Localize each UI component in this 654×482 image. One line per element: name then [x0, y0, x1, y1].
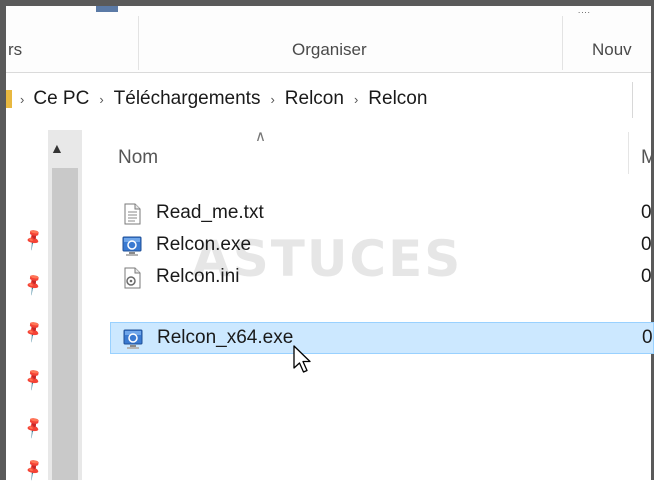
pin-icon[interactable]: 📌: [21, 414, 46, 440]
ribbon-top-fragment: ....: [578, 6, 591, 15]
breadcrumb: › Ce PC › Téléchargements › Relcon › Rel…: [20, 88, 427, 110]
file-name: Relcon.ini: [156, 266, 240, 287]
chevron-right-icon[interactable]: ›: [260, 92, 284, 107]
chevron-right-icon[interactable]: ›: [20, 92, 33, 107]
navigation-pane: ▲ 📌 📌 📌 📌 📌 📌: [6, 130, 82, 482]
file-row[interactable]: Relcon.exe 0: [110, 230, 654, 262]
breadcrumb-item-relcon-current[interactable]: Relcon: [368, 88, 427, 110]
nav-scrollbar-thumb[interactable]: [52, 168, 78, 480]
pin-icon[interactable]: 📌: [21, 456, 46, 482]
ribbon-icon-fragment: [96, 6, 118, 12]
ribbon-separator: [138, 16, 139, 70]
file-row-selected[interactable]: Relcon_x64.exe 0: [110, 322, 654, 354]
exe-app-icon: [122, 236, 142, 256]
pin-icon[interactable]: 📌: [21, 366, 46, 392]
chevron-right-icon[interactable]: ›: [89, 92, 113, 107]
breadcrumb-item-ce-pc[interactable]: Ce PC: [33, 88, 89, 110]
exe-app-icon: [123, 329, 143, 349]
file-date-partial: 0: [641, 202, 652, 223]
ribbon-separator: [562, 16, 563, 70]
folder-icon: [6, 90, 12, 108]
file-date-partial: 0: [641, 266, 652, 287]
pin-icon[interactable]: 📌: [21, 271, 46, 297]
breadcrumb-item-relcon[interactable]: Relcon: [285, 88, 344, 110]
column-header-name[interactable]: Nom: [118, 147, 158, 169]
file-date-partial: 0: [641, 234, 652, 255]
ribbon-group-label-partial: rs: [8, 40, 23, 59]
address-bar[interactable]: › Ce PC › Téléchargements › Relcon › Rel…: [6, 78, 651, 122]
file-name: Relcon.exe: [156, 234, 252, 255]
ribbon-group-nouveau[interactable]: Nouv: [592, 40, 632, 60]
file-row[interactable]: Relcon.ini 0: [110, 262, 654, 294]
mouse-cursor-icon: [293, 345, 311, 373]
sort-ascending-icon: ∧: [255, 128, 266, 145]
column-header-modified-partial[interactable]: M: [641, 147, 654, 169]
ribbon-group-organiser[interactable]: Organiser: [292, 40, 367, 60]
column-divider[interactable]: [628, 132, 629, 174]
scroll-up-arrow-icon[interactable]: ▲: [50, 140, 64, 156]
breadcrumb-item-telechargements[interactable]: Téléchargements: [114, 88, 261, 110]
ribbon-group-labels: .... rs Organiser Nouv: [6, 6, 651, 73]
chevron-right-icon[interactable]: ›: [344, 92, 368, 107]
file-name: Relcon_x64.exe: [157, 327, 294, 348]
file-name: Read_me.txt: [156, 202, 264, 223]
pin-icon[interactable]: 📌: [21, 318, 46, 344]
ini-settings-file-icon: [124, 267, 141, 289]
file-date-partial: 0: [642, 327, 653, 348]
address-divider: [632, 82, 633, 118]
pin-icon[interactable]: 📌: [21, 226, 46, 252]
file-row[interactable]: Read_me.txt 0: [110, 198, 654, 230]
text-file-icon: [124, 203, 141, 225]
